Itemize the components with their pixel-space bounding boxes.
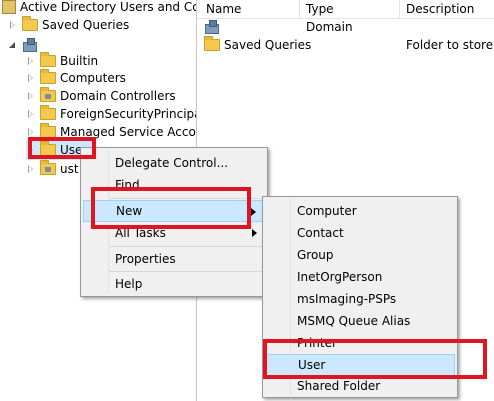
- tree-item-label: Builtin: [60, 54, 99, 68]
- expand-arrow-icon[interactable]: [26, 127, 36, 137]
- column-header-type[interactable]: Type: [300, 0, 400, 18]
- submenu-item-msmq-queue-alias[interactable]: MSMQ Queue Alias: [265, 310, 455, 332]
- menu-separator: [109, 246, 263, 247]
- menu-item-label: Computer: [297, 204, 357, 218]
- menu-item-label: InetOrgPerson: [297, 270, 383, 284]
- domain-icon: [22, 38, 38, 52]
- tree-item-ust[interactable]: ust: [26, 159, 79, 179]
- domain-icon: [204, 20, 220, 34]
- submenu-item-inetorgperson[interactable]: InetOrgPerson: [265, 266, 455, 288]
- menu-item-help[interactable]: Help: [83, 273, 265, 295]
- annotation-box-users: [28, 137, 96, 159]
- column-header-label: Name: [206, 2, 242, 16]
- submenu-item-msimaging-psps[interactable]: msImaging-PSPs: [265, 288, 455, 310]
- column-header-name[interactable]: Name: [200, 0, 300, 18]
- tree-item-label: ust: [60, 162, 79, 176]
- column-header-label: Description: [406, 2, 475, 16]
- expand-arrow-icon[interactable]: [26, 73, 36, 83]
- ou-folder-icon: [40, 160, 56, 175]
- folder-icon: [40, 69, 56, 84]
- list-row[interactable]: Domain: [204, 18, 353, 36]
- menu-item-label: MSMQ Queue Alias: [297, 314, 411, 328]
- list-cell-description: Folder to store yo: [406, 38, 494, 52]
- tree-item-label: Saved Queries: [42, 18, 130, 32]
- annotation-box-user: [263, 339, 487, 379]
- menu-item-label: Delegate Control...: [115, 156, 229, 170]
- ou-folder-icon: [40, 87, 56, 102]
- submenu-item-contact[interactable]: Contact: [265, 222, 455, 244]
- tree-item-computers[interactable]: Computers: [26, 68, 126, 88]
- menu-item-label: Shared Folder: [297, 379, 381, 393]
- menu-item-properties[interactable]: Properties: [83, 248, 265, 270]
- folder-icon: [22, 16, 38, 31]
- menu-item-delegate-control[interactable]: Delegate Control...: [83, 152, 265, 174]
- submenu-item-group[interactable]: Group: [265, 244, 455, 266]
- menu-separator: [109, 271, 263, 272]
- tree-item-label: Computers: [60, 71, 126, 85]
- folder-icon: [204, 36, 220, 51]
- annotation-box-new: [91, 187, 251, 229]
- tree-item-saved-queries[interactable]: Saved Queries: [8, 15, 129, 35]
- expand-arrow-icon[interactable]: [26, 56, 36, 66]
- expand-arrow-icon[interactable]: [26, 109, 36, 119]
- collapse-arrow-icon[interactable]: [8, 40, 18, 50]
- tree-item-domain-controllers[interactable]: Domain Controllers: [26, 86, 176, 106]
- menu-item-label: Group: [297, 248, 334, 262]
- expand-arrow-icon[interactable]: [26, 91, 36, 101]
- submenu-arrow-icon: [251, 208, 256, 216]
- expand-arrow-icon[interactable]: [26, 164, 36, 174]
- list-cell-type: Domain: [306, 20, 353, 34]
- expand-arrow-icon[interactable]: [8, 20, 18, 30]
- list-cell-name: Saved Queries: [224, 38, 312, 52]
- submenu-item-computer[interactable]: Computer: [265, 200, 455, 222]
- tree-item-foreign-security-principals[interactable]: ForeignSecurityPrincipals: [26, 104, 196, 124]
- tree-root-label: Active Directory Users and Com: [20, 0, 196, 14]
- folder-icon: [40, 105, 56, 120]
- list-row[interactable]: Saved Queries Folder to store yo: [204, 36, 494, 54]
- menu-item-label: Help: [115, 277, 143, 291]
- folder-icon: [40, 52, 56, 67]
- menu-item-label: Contact: [297, 226, 344, 240]
- submenu-arrow-icon: [252, 229, 257, 237]
- menu-item-label: Properties: [115, 252, 176, 266]
- column-header-label: Type: [306, 2, 334, 16]
- column-header-description[interactable]: Description: [400, 0, 494, 18]
- aduc-icon: [2, 0, 16, 14]
- tree-item-label: ForeignSecurityPrincipals: [60, 107, 196, 121]
- menu-item-label: msImaging-PSPs: [297, 292, 397, 306]
- tree-item-label: Domain Controllers: [60, 89, 176, 103]
